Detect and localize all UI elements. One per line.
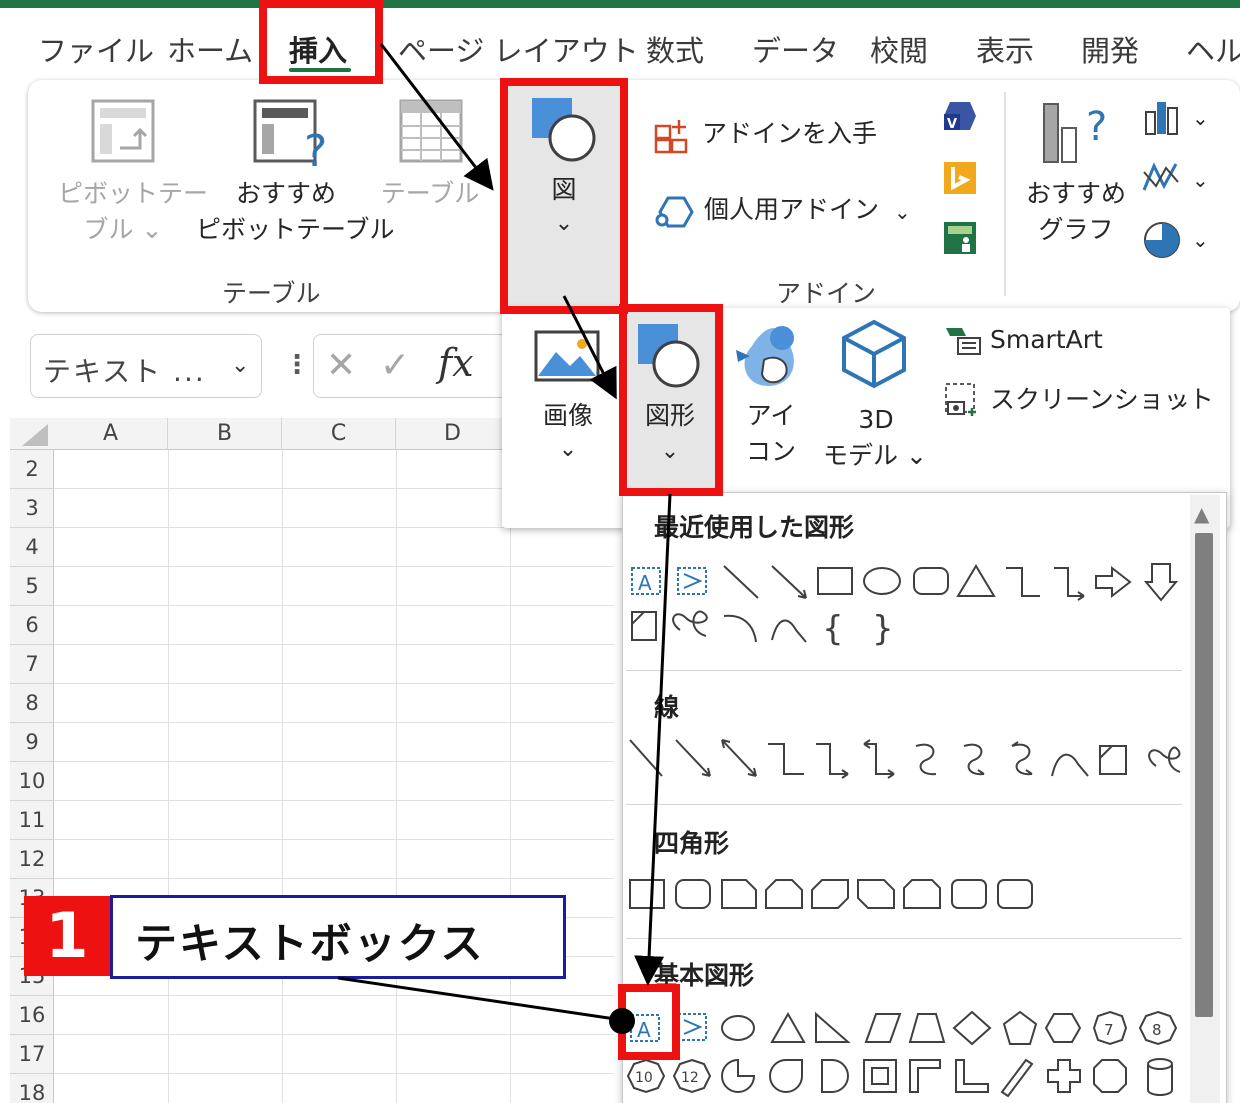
arrow-insert-to-illustrations: [379, 43, 494, 191]
pointer-dot: [609, 1008, 635, 1034]
arrow-illustrations-to-shapes: [562, 295, 617, 400]
arrow-shapes-to-textbox: [634, 493, 672, 986]
annotation-arrows: [337, 43, 672, 1034]
arrow-callout-to-textbox: [337, 976, 623, 1022]
